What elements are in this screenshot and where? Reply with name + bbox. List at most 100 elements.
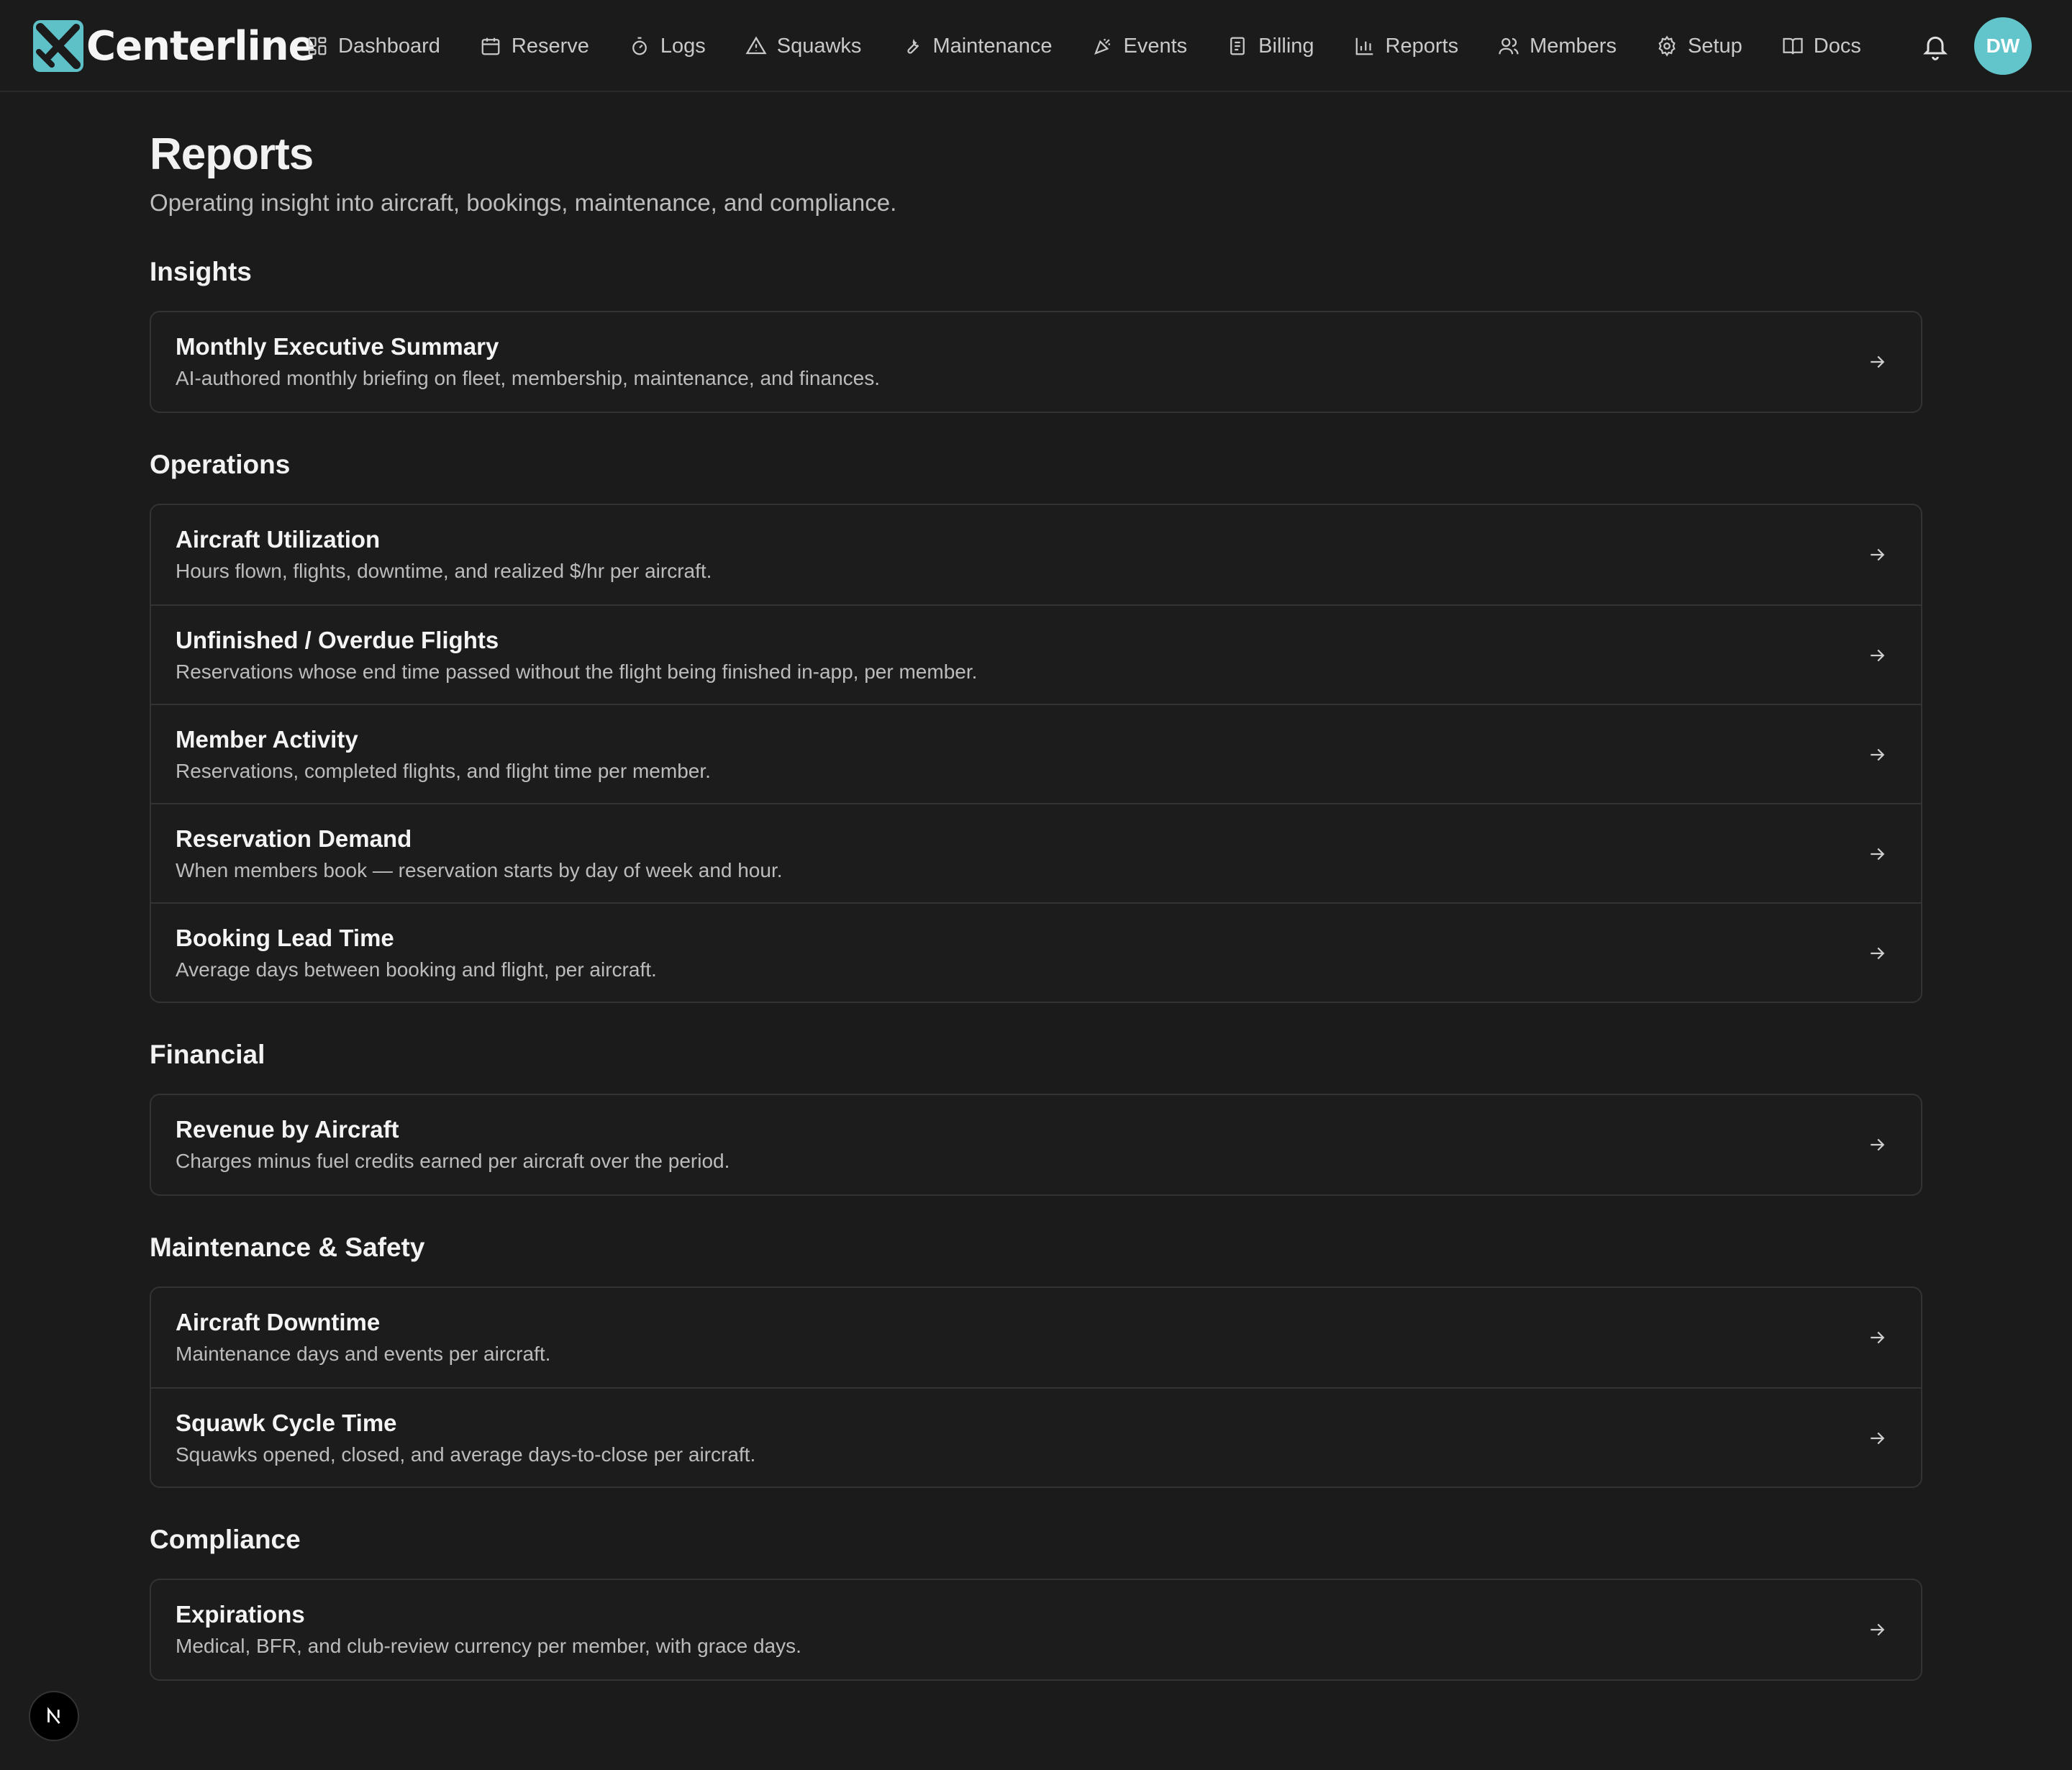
nav-item-docs[interactable]: Docs xyxy=(1769,23,1874,69)
nav-label: Billing xyxy=(1258,34,1314,58)
report-description: When members book — reservation starts b… xyxy=(176,859,783,881)
report-title: Booking Lead Time xyxy=(176,925,394,951)
dashboard-grid-icon xyxy=(308,37,327,55)
report-description: Reservations whose end time passed witho… xyxy=(176,661,978,683)
nextjs-dev-badge[interactable] xyxy=(29,1691,79,1741)
arrow-right-icon xyxy=(1871,848,1885,861)
report-title: Aircraft Downtime xyxy=(176,1309,381,1335)
nav-label: Reports xyxy=(1385,34,1459,58)
arrow-right-icon xyxy=(1871,1432,1885,1445)
report-row-aircraft-downtime[interactable]: Aircraft Downtime Maintenance days and e… xyxy=(151,1288,1921,1387)
report-description: Charges minus fuel credits earned per ai… xyxy=(176,1150,730,1172)
report-row-monthly-executive-summary[interactable]: Monthly Executive Summary AI-authored mo… xyxy=(151,312,1921,412)
report-card: Monthly Executive Summary AI-authored mo… xyxy=(150,311,1922,413)
report-title: Monthly Executive Summary xyxy=(176,333,499,360)
nav-label: Members xyxy=(1530,34,1617,58)
warning-triangle-icon xyxy=(745,36,767,55)
nav-item-logs[interactable]: Logs xyxy=(616,23,719,69)
gear-icon xyxy=(1658,35,1676,57)
nav-label: Docs xyxy=(1813,34,1861,58)
party-popper-icon xyxy=(1094,39,1110,55)
nav-item-billing[interactable]: Billing xyxy=(1214,23,1327,69)
nav-item-reserve[interactable]: Reserve xyxy=(467,23,602,69)
nav-label: Events xyxy=(1123,34,1188,58)
report-row-unfinished-overdue-flights[interactable]: Unfinished / Overdue Flights Reservation… xyxy=(151,604,1921,704)
section-operations: Operations Aircraft Utilization Hours fl… xyxy=(150,448,1922,1003)
report-row-booking-lead-time[interactable]: Booking Lead Time Average days between b… xyxy=(151,902,1921,1002)
section-maintenance-safety: Maintenance & Safety Aircraft Downtime M… xyxy=(150,1230,1922,1488)
report-title: Unfinished / Overdue Flights xyxy=(176,627,499,653)
user-avatar[interactable]: DW xyxy=(1974,17,2032,75)
arrow-right-icon xyxy=(1871,548,1885,561)
page-title: Reports xyxy=(150,130,314,179)
report-title: Reservation Demand xyxy=(176,825,412,852)
report-description: AI-authored monthly briefing on fleet, m… xyxy=(176,367,881,389)
nav-label: Dashboard xyxy=(338,34,440,58)
nav-label: Logs xyxy=(660,34,706,58)
report-description: Average days between booking and flight,… xyxy=(176,958,657,981)
report-description: Medical, BFR, and club-review currency p… xyxy=(176,1635,801,1657)
section-insights: Insights Monthly Executive Summary AI-au… xyxy=(150,255,1922,413)
app-name: Centerline xyxy=(86,22,316,70)
report-description: Reservations, completed flights, and fli… xyxy=(176,760,711,782)
nav-item-setup[interactable]: Setup xyxy=(1643,23,1755,69)
section-heading: Insights xyxy=(150,257,252,286)
report-description: Hours flown, flights, downtime, and real… xyxy=(176,560,712,582)
nextjs-badge-icon xyxy=(47,1707,60,1724)
nav-item-dashboard[interactable]: Dashboard xyxy=(294,23,453,69)
report-row-member-activity[interactable]: Member Activity Reservations, completed … xyxy=(151,704,1921,803)
nav-item-reports[interactable]: Reports xyxy=(1341,23,1472,69)
section-financial: Financial Revenue by Aircraft Charges mi… xyxy=(150,1038,1922,1196)
arrow-right-icon xyxy=(1871,947,1885,960)
section-heading: Financial xyxy=(150,1040,265,1069)
arrow-right-icon xyxy=(1871,1623,1885,1636)
report-row-revenue-by-aircraft[interactable]: Revenue by Aircraft Charges minus fuel c… xyxy=(151,1095,1921,1194)
receipt-icon xyxy=(1230,37,1245,55)
main-nav: Dashboard Reserve Logs Squawks Maintenan… xyxy=(294,0,1888,92)
report-card: Expirations Medical, BFR, and club-revie… xyxy=(150,1579,1922,1681)
top-navigation-bar: Centerline Dashboard Reserve Logs Squawk… xyxy=(0,0,2072,92)
report-title: Squawk Cycle Time xyxy=(176,1410,397,1436)
report-description: Maintenance days and events per aircraft… xyxy=(176,1343,551,1365)
report-title: Member Activity xyxy=(176,726,358,753)
users-icon xyxy=(1499,37,1519,55)
bell-icon[interactable] xyxy=(1921,32,1950,60)
timer-icon xyxy=(632,37,647,55)
report-card: Aircraft Utilization Hours flown, flight… xyxy=(150,504,1922,1003)
calendar-icon xyxy=(481,37,500,55)
wrench-icon xyxy=(907,38,919,54)
nav-label: Squawks xyxy=(776,34,862,58)
report-card: Revenue by Aircraft Charges minus fuel c… xyxy=(150,1094,1922,1196)
report-card: Aircraft Downtime Maintenance days and e… xyxy=(150,1286,1922,1488)
app-logo[interactable]: Centerline xyxy=(33,19,316,73)
nav-label: Maintenance xyxy=(932,34,1053,58)
report-description: Squawks opened, closed, and average days… xyxy=(176,1443,756,1466)
report-title: Revenue by Aircraft xyxy=(176,1116,399,1143)
section-compliance: Compliance Expirations Medical, BFR, and… xyxy=(150,1522,1922,1681)
section-heading: Maintenance & Safety xyxy=(150,1233,425,1262)
arrow-right-icon xyxy=(1871,1138,1885,1151)
report-title: Expirations xyxy=(176,1601,305,1628)
report-row-expirations[interactable]: Expirations Medical, BFR, and club-revie… xyxy=(151,1580,1921,1679)
bar-chart-icon xyxy=(1355,37,1373,55)
main-content: Reports Operating insight into aircraft,… xyxy=(150,127,1922,1681)
nav-item-members[interactable]: Members xyxy=(1485,23,1630,69)
nav-item-events[interactable]: Events xyxy=(1079,23,1201,69)
arrow-right-icon xyxy=(1871,649,1885,662)
report-row-aircraft-utilization[interactable]: Aircraft Utilization Hours flown, flight… xyxy=(151,505,1921,604)
page-subtitle: Operating insight into aircraft, booking… xyxy=(150,189,897,216)
report-row-squawk-cycle-time[interactable]: Squawk Cycle Time Squawks opened, closed… xyxy=(151,1387,1921,1487)
report-row-reservation-demand[interactable]: Reservation Demand When members book — r… xyxy=(151,803,1921,902)
section-heading: Operations xyxy=(150,450,291,479)
nav-label: Reserve xyxy=(511,34,589,58)
book-icon xyxy=(1783,37,1803,55)
arrow-right-icon xyxy=(1871,1331,1885,1344)
nav-item-squawks[interactable]: Squawks xyxy=(732,23,875,69)
arrow-right-icon xyxy=(1871,748,1885,761)
arrow-right-icon xyxy=(1871,355,1885,368)
nav-item-maintenance[interactable]: Maintenance xyxy=(888,23,1065,69)
nav-label: Setup xyxy=(1687,34,1742,58)
section-heading: Compliance xyxy=(150,1525,301,1554)
centerline-logo-icon xyxy=(33,20,83,72)
report-title: Aircraft Utilization xyxy=(176,526,381,553)
